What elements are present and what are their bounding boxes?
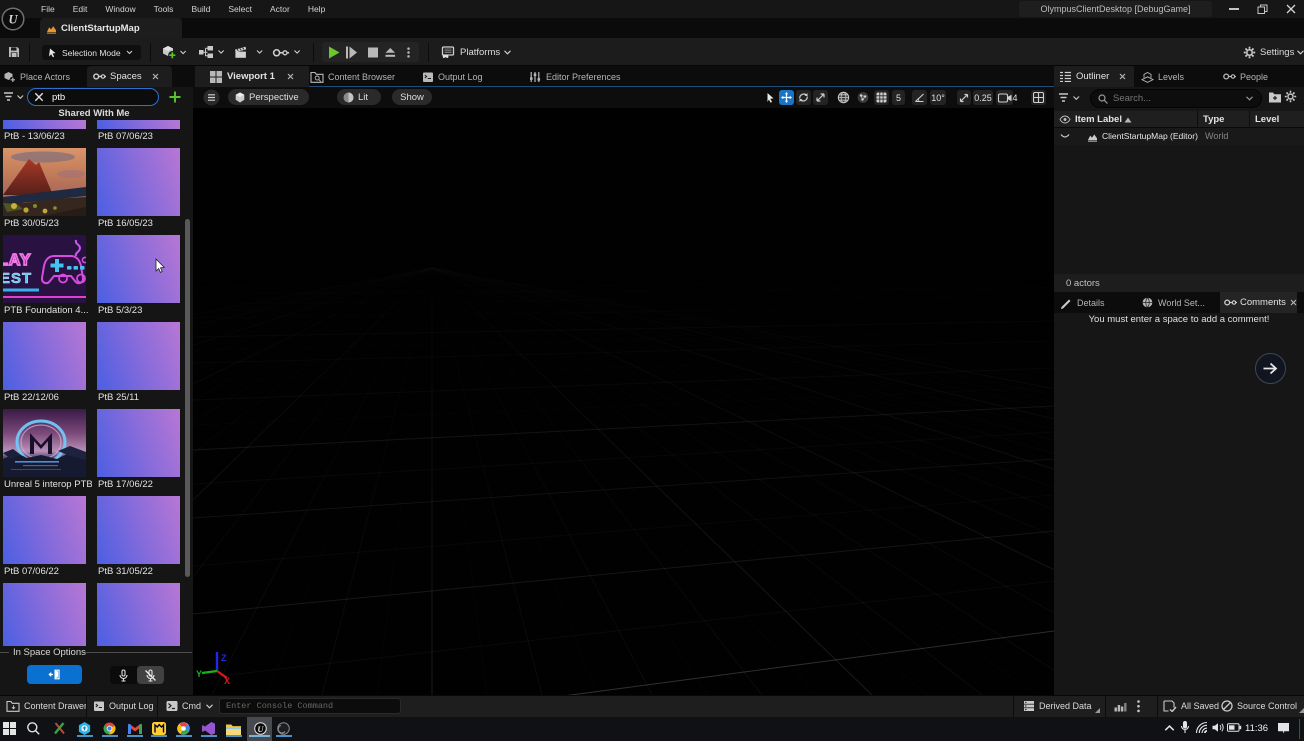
svg-text:LAY: LAY bbox=[3, 252, 32, 269]
svg-text:Y: Y bbox=[196, 669, 202, 679]
svg-text:EST: EST bbox=[3, 270, 32, 287]
svg-text:Z: Z bbox=[221, 653, 227, 663]
svg-text:X: X bbox=[224, 676, 230, 686]
svg-text:U: U bbox=[8, 13, 18, 27]
svg-text:U: U bbox=[257, 724, 264, 734]
